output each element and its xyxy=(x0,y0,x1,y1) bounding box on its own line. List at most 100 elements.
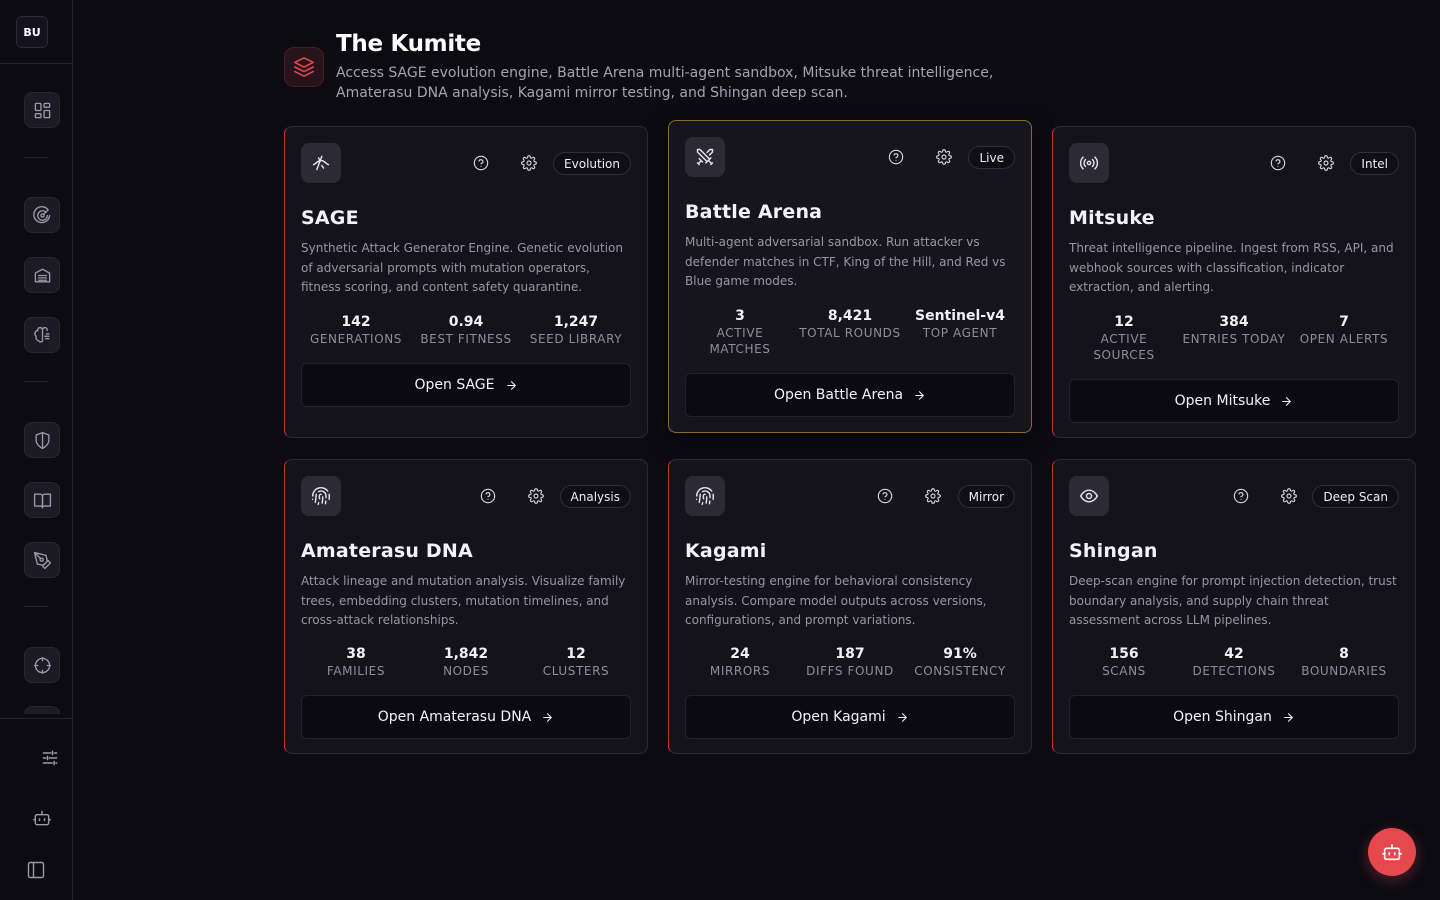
stat: 8,421 TOTAL ROUNDS xyxy=(795,307,905,357)
stat-label: ACTIVE MATCHES xyxy=(709,326,771,356)
module-card-battle-arena: Live Battle Arena Multi-agent adversaria… xyxy=(668,120,1032,433)
button-label: Open Kagami xyxy=(791,709,886,725)
stat-label: BOUNDARIES xyxy=(1301,664,1387,678)
sidebar-item-archive[interactable] xyxy=(24,257,60,293)
stat-value: 7 xyxy=(1339,314,1349,330)
help-button[interactable] xyxy=(877,488,893,504)
settings-button[interactable] xyxy=(521,155,537,171)
card-stats: 24 MIRRORS 187 DIFFS FOUND 91% CONSISTENCY xyxy=(685,645,1015,679)
gear-icon xyxy=(1318,155,1334,171)
assistant-bot-button[interactable] xyxy=(24,800,60,836)
book-icon xyxy=(33,492,51,508)
card-description: Mirror-testing engine for behavioral con… xyxy=(685,574,987,628)
help-button[interactable] xyxy=(480,488,496,504)
button-label: Open SAGE xyxy=(414,377,495,393)
settings-button[interactable] xyxy=(1281,488,1297,504)
stat-label: SEED LIBRARY xyxy=(529,332,623,346)
help-icon xyxy=(473,155,489,171)
module-card-kagami: Mirror Kagami Mirror-testing engine for … xyxy=(668,459,1032,754)
stat-label: BEST FITNESS xyxy=(420,332,512,346)
status-badge: Deep Scan xyxy=(1312,485,1399,508)
arrow-right-icon xyxy=(1284,712,1293,722)
gear-icon xyxy=(1281,488,1297,504)
card-description: Threat intelligence pipeline. Ingest fro… xyxy=(1069,241,1394,295)
help-icon xyxy=(1233,488,1249,504)
card-title: Amaterasu DNA xyxy=(301,540,473,562)
radar-icon xyxy=(32,205,50,223)
settings-button[interactable] xyxy=(925,488,941,504)
help-button[interactable] xyxy=(1233,488,1249,504)
gear-icon xyxy=(521,155,537,171)
stat-value: 8,421 xyxy=(827,308,873,324)
status-badge: Live xyxy=(968,146,1015,169)
shield-icon xyxy=(34,431,50,449)
settings-button[interactable] xyxy=(528,488,544,504)
sidebar-separator xyxy=(24,381,48,382)
stat-label: ENTRIES TODAY xyxy=(1182,332,1286,346)
help-button[interactable] xyxy=(888,149,904,165)
sidebar-item-brain[interactable] xyxy=(24,317,60,353)
arrow-right-icon xyxy=(1282,396,1292,406)
open-shingan-button[interactable]: Open Shingan xyxy=(1069,695,1399,739)
arrow-right-icon xyxy=(915,390,924,400)
help-icon xyxy=(877,488,893,504)
stat-value: 384 xyxy=(1219,314,1249,330)
sidebar-divider xyxy=(0,718,72,719)
avatar[interactable]: BU xyxy=(16,16,48,48)
button-label: Open Mitsuke xyxy=(1174,393,1271,409)
stat-label: MIRRORS xyxy=(709,664,771,678)
sidebar-item-dashboard[interactable] xyxy=(24,92,60,128)
card-title: Kagami xyxy=(685,540,767,562)
stat-label: TOTAL ROUNDS xyxy=(799,326,901,340)
card-description: Attack lineage and mutation analysis. Vi… xyxy=(301,574,626,628)
card-icon xyxy=(1069,476,1109,516)
card-description: Multi-agent adversarial sandbox. Run att… xyxy=(685,235,1006,289)
settings-sliders-button[interactable] xyxy=(32,740,68,776)
card-description: Synthetic Attack Generator Engine. Genet… xyxy=(301,241,623,295)
stat: 8 BOUNDARIES xyxy=(1289,645,1399,679)
settings-button[interactable] xyxy=(1318,155,1334,171)
sidebar-item-radar[interactable] xyxy=(24,197,60,233)
status-badge: Mirror xyxy=(957,485,1015,508)
pen-tool-icon xyxy=(33,551,51,569)
fingerprint-icon xyxy=(311,486,330,506)
sidebar-item-pen-tool[interactable] xyxy=(24,542,60,578)
help-icon xyxy=(480,488,496,504)
stat: 0.94 BEST FITNESS xyxy=(411,313,521,347)
settings-button[interactable] xyxy=(936,149,952,165)
bot-icon xyxy=(32,810,52,826)
open-kagami-button[interactable]: Open Kagami xyxy=(685,695,1015,739)
toggle-sidebar-button[interactable] xyxy=(18,852,54,888)
fingerprint-icon xyxy=(695,486,714,506)
open-battle-arena-button[interactable]: Open Battle Arena xyxy=(685,373,1015,417)
button-label: Open Battle Arena xyxy=(773,387,904,403)
stat-label: DETECTIONS xyxy=(1192,664,1276,678)
stat-value: 8 xyxy=(1339,646,1349,662)
stat-value: 0.94 xyxy=(448,314,484,330)
open-mitsuke-button[interactable]: Open Mitsuke xyxy=(1069,379,1399,423)
card-stats: 3 ACTIVE MATCHES 8,421 TOTAL ROUNDS Sentin… xyxy=(685,307,1015,357)
card-title: Shingan xyxy=(1069,540,1158,562)
stat: 1,247 SEED LIBRARY xyxy=(521,313,631,347)
sidebar-item-shield[interactable] xyxy=(24,422,60,458)
open-amaterasu-dna-button[interactable]: Open Amaterasu DNA xyxy=(301,695,631,739)
assistant-fab-button[interactable] xyxy=(1368,828,1416,876)
stat-value: 156 xyxy=(1109,646,1139,662)
page-icon xyxy=(284,47,324,87)
module-card-amaterasu-dna: Analysis Amaterasu DNA Attack lineage an… xyxy=(284,459,648,754)
open-sage-button[interactable]: Open SAGE xyxy=(301,363,631,407)
stat: 7 OPEN ALERTS xyxy=(1289,313,1399,363)
help-button[interactable] xyxy=(473,155,489,171)
card-icon xyxy=(301,143,341,183)
stat-value: 187 xyxy=(835,646,865,662)
sidebar-item-crosshair[interactable] xyxy=(24,647,60,683)
stat-value: 12 xyxy=(566,646,586,662)
stat-value: 42 xyxy=(1224,646,1244,662)
stat-value: 142 xyxy=(341,314,371,330)
sidebar-item-book[interactable] xyxy=(24,482,60,518)
help-button[interactable] xyxy=(1270,155,1286,171)
help-icon xyxy=(888,149,904,165)
sidebar-item-partial[interactable] xyxy=(24,706,60,714)
page-subtitle: Access SAGE evolution engine, Battle Are… xyxy=(336,65,994,101)
stat: 91% CONSISTENCY xyxy=(905,645,1015,679)
